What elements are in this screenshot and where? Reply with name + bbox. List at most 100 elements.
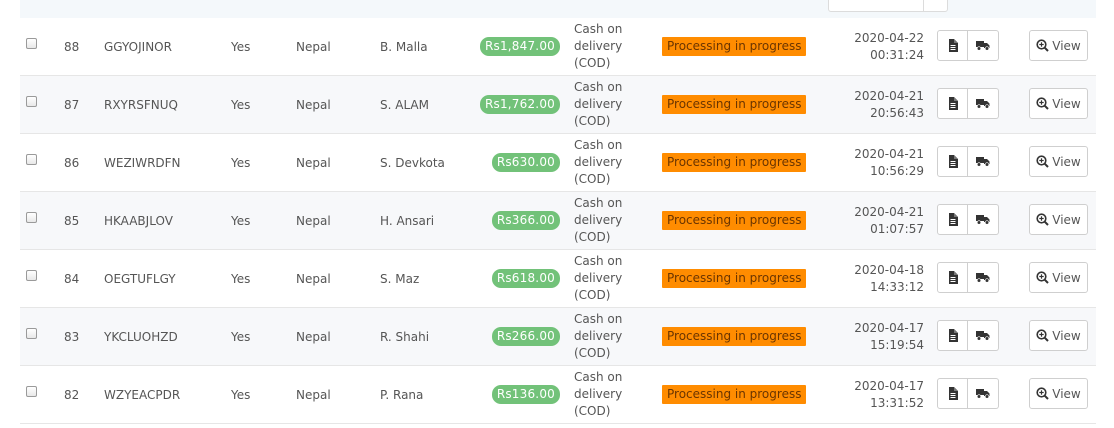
- status-badge: Processing in progress: [662, 37, 807, 56]
- button-divider: [923, 0, 924, 11]
- row-action-group: [937, 30, 999, 61]
- invoice-button[interactable]: [937, 146, 968, 177]
- order-date-day: 2020-04-17: [854, 378, 924, 393]
- delivery-slip-button[interactable]: [968, 378, 999, 409]
- new-client: Yes: [231, 39, 251, 54]
- view-button-label: View: [1052, 96, 1081, 111]
- order-total: Rs618.00: [491, 250, 560, 307]
- view-order-button[interactable]: View: [1029, 204, 1088, 235]
- invoice-button[interactable]: [937, 204, 968, 235]
- view-order-button[interactable]: View: [1029, 30, 1088, 61]
- invoice-button[interactable]: [937, 320, 968, 351]
- new-client: Yes: [231, 329, 251, 344]
- invoice-button[interactable]: [937, 88, 968, 119]
- row-checkbox[interactable]: [26, 212, 37, 223]
- view-order-button[interactable]: View: [1029, 88, 1088, 119]
- table-row: 88 GGYOJINOR Yes Nepal B. Malla Rs1,847.…: [20, 18, 1096, 76]
- row-checkbox[interactable]: [26, 328, 37, 339]
- payment-method: Cash on delivery (COD): [574, 80, 623, 128]
- row-action-group: [937, 146, 999, 177]
- zoom-in-icon: [1036, 39, 1049, 52]
- delivery-country: Nepal: [296, 97, 331, 112]
- status-badge: Processing in progress: [662, 269, 807, 288]
- order-reference: YKCLUOHZD: [104, 329, 178, 344]
- status-badge: Processing in progress: [662, 153, 807, 172]
- order-date-day: 2020-04-17: [854, 320, 924, 335]
- customer-name: P. Rana: [380, 387, 424, 402]
- order-date-day: 2020-04-21: [854, 204, 924, 219]
- delivery-slip-button[interactable]: [968, 30, 999, 61]
- view-button-label: View: [1052, 154, 1081, 169]
- order-reference: GGYOJINOR: [104, 39, 172, 54]
- order-id: 84: [64, 271, 80, 286]
- order-id: 82: [64, 387, 80, 402]
- delivery-slip-button[interactable]: [968, 146, 999, 177]
- invoice-button[interactable]: [937, 378, 968, 409]
- row-action-group: [937, 262, 999, 293]
- delivery-country: Nepal: [296, 39, 331, 54]
- delivery-country: Nepal: [296, 329, 331, 344]
- invoice-button[interactable]: [937, 30, 968, 61]
- order-status: Processing in progress: [662, 76, 807, 133]
- order-date-time: 13:31:52: [870, 395, 924, 410]
- truck-icon: [976, 99, 990, 109]
- orders-table-body: 88 GGYOJINOR Yes Nepal B. Malla Rs1,847.…: [20, 18, 1096, 424]
- zoom-in-icon: [1036, 329, 1049, 342]
- truck-icon: [976, 273, 990, 283]
- zoom-in-icon: [1036, 271, 1049, 284]
- delivery-country: Nepal: [296, 213, 331, 228]
- delivery-slip-button[interactable]: [968, 88, 999, 119]
- delivery-slip-button[interactable]: [968, 320, 999, 351]
- row-checkbox[interactable]: [26, 38, 37, 49]
- status-badge: Processing in progress: [662, 95, 807, 114]
- customer-name: S. ALAM: [380, 97, 429, 112]
- order-date: 2020-04-21 20:56:43: [836, 76, 924, 133]
- view-button-label: View: [1052, 212, 1081, 227]
- table-header-strip: [20, 0, 1096, 19]
- view-order-button[interactable]: View: [1029, 262, 1088, 293]
- order-date-time: 15:19:54: [870, 337, 924, 352]
- order-id: 86: [64, 155, 80, 170]
- view-button-label: View: [1052, 328, 1081, 343]
- view-order-button[interactable]: View: [1029, 146, 1088, 177]
- file-icon: [948, 271, 958, 284]
- price-badge: Rs630.00: [491, 153, 560, 172]
- row-action-group: [937, 204, 999, 235]
- order-status: Processing in progress: [662, 192, 807, 249]
- filter-button-group[interactable]: [828, 0, 948, 12]
- file-icon: [948, 329, 958, 342]
- new-client: Yes: [231, 271, 251, 286]
- order-reference: WZYEACPDR: [104, 387, 181, 402]
- order-date-day: 2020-04-21: [854, 146, 924, 161]
- status-badge: Processing in progress: [662, 211, 807, 230]
- delivery-slip-button[interactable]: [968, 204, 999, 235]
- zoom-in-icon: [1036, 213, 1049, 226]
- file-icon: [948, 97, 958, 110]
- payment-method: Cash on delivery (COD): [574, 312, 623, 360]
- price-badge: Rs136.00: [491, 385, 560, 404]
- row-action-group: [937, 378, 999, 409]
- order-total: Rs1,762.00: [479, 76, 560, 133]
- delivery-slip-button[interactable]: [968, 262, 999, 293]
- row-checkbox[interactable]: [26, 386, 37, 397]
- view-button-label: View: [1052, 270, 1081, 285]
- row-checkbox[interactable]: [26, 96, 37, 107]
- row-action-group: [937, 320, 999, 351]
- payment-method: Cash on delivery (COD): [574, 370, 623, 418]
- row-checkbox[interactable]: [26, 270, 37, 281]
- customer-name: S. Maz: [380, 271, 420, 286]
- order-date: 2020-04-18 14:33:12: [836, 250, 924, 307]
- view-order-button[interactable]: View: [1029, 378, 1088, 409]
- table-row: 87 RXYRSFNUQ Yes Nepal S. ALAM Rs1,762.0…: [20, 76, 1096, 134]
- status-badge: Processing in progress: [662, 327, 807, 346]
- view-order-button[interactable]: View: [1029, 320, 1088, 351]
- payment-method: Cash on delivery (COD): [574, 254, 623, 302]
- order-reference: WEZIWRDFN: [104, 155, 181, 170]
- invoice-button[interactable]: [937, 262, 968, 293]
- order-total: Rs136.00: [491, 366, 560, 423]
- payment-method: Cash on delivery (COD): [574, 196, 623, 244]
- order-id: 85: [64, 213, 80, 228]
- order-date-day: 2020-04-18: [854, 262, 924, 277]
- order-date: 2020-04-21 01:07:57: [836, 192, 924, 249]
- row-checkbox[interactable]: [26, 154, 37, 165]
